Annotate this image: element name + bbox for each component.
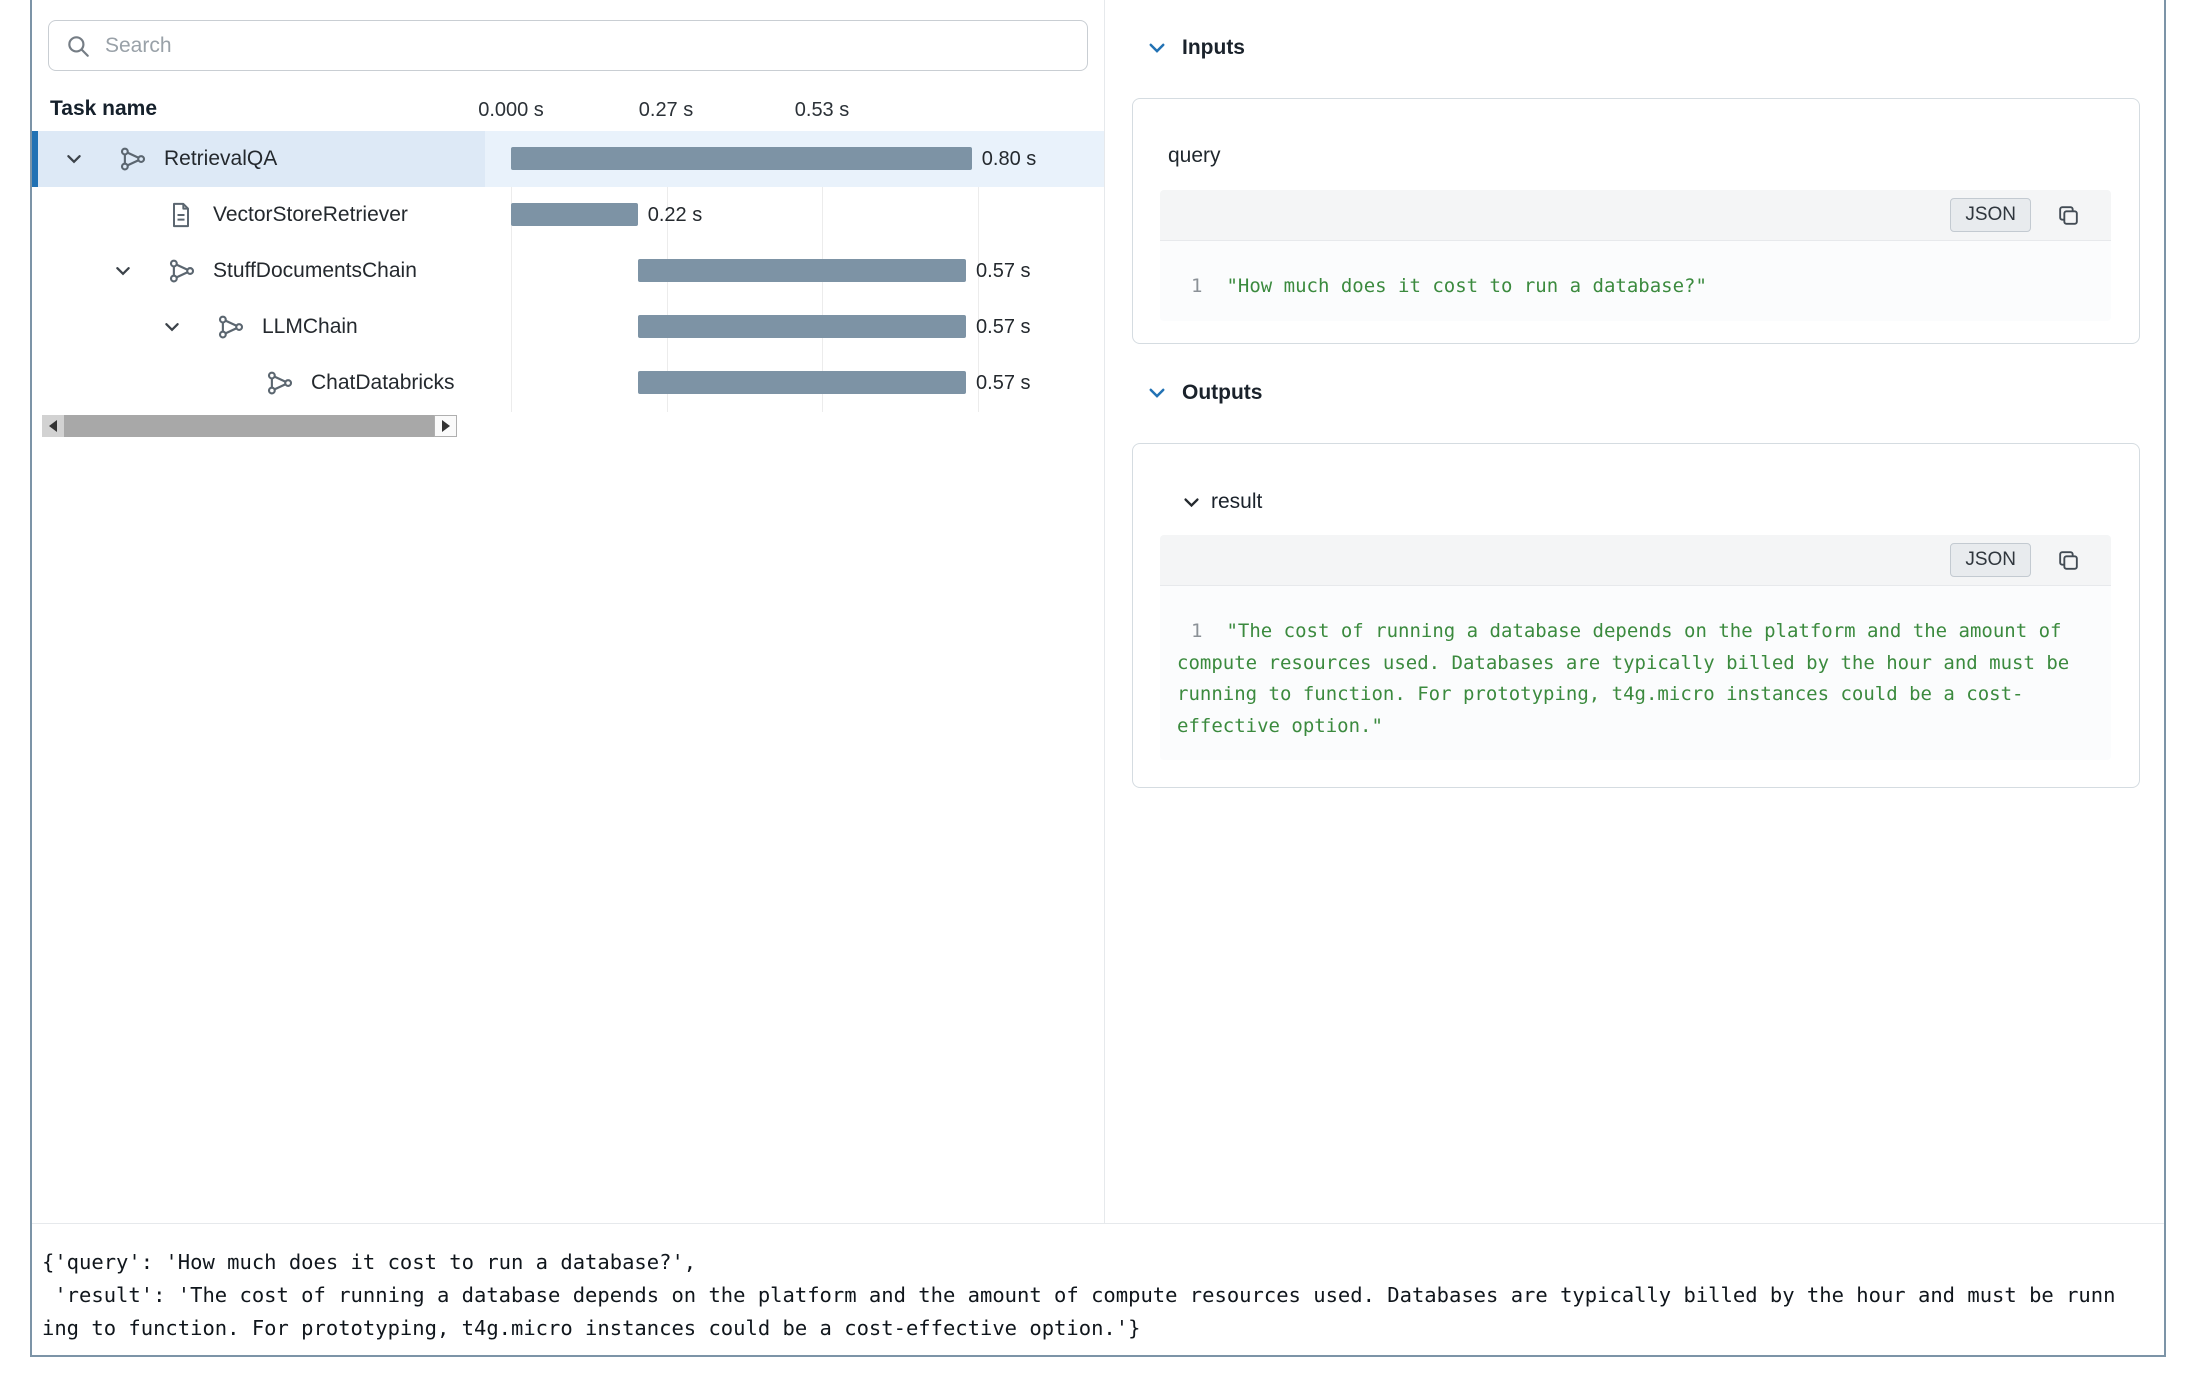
raw-output-text: {'query': 'How much does it cost to run … — [42, 1246, 2162, 1345]
json-toggle-button[interactable]: JSON — [1950, 543, 2031, 577]
container-bottom-border — [30, 1355, 2166, 1357]
result-collapse-header[interactable]: result — [1182, 490, 1262, 514]
duration-label: 0.57 s — [976, 243, 1030, 299]
task-name-header: Task name — [50, 97, 157, 121]
duration-bar — [638, 315, 966, 338]
output-field-name: result — [1211, 490, 1262, 514]
chevron-down-icon — [1147, 38, 1167, 58]
input-code-block: JSON 1 "How much does it cost to run a da… — [1160, 190, 2111, 321]
duration-label: 0.22 s — [648, 187, 702, 243]
chevron-down-icon[interactable] — [48, 150, 100, 168]
task-name-cell[interactable]: RetrievalQA — [32, 131, 485, 187]
section-label: Inputs — [1182, 36, 1245, 60]
json-toggle-button[interactable]: JSON — [1950, 198, 2031, 232]
table-row[interactable]: RetrievalQA 0.80 s — [32, 131, 1104, 187]
task-name: RetrievalQA — [164, 147, 277, 171]
line-number: 1 — [1191, 275, 1202, 297]
task-name-cell[interactable]: LLMChain — [32, 299, 485, 355]
chevron-down-icon — [1147, 383, 1167, 403]
chevron-down-icon[interactable] — [97, 262, 149, 280]
selected-row-accent — [32, 131, 38, 187]
gantt-rows: RetrievalQA 0.80 s VectorStoreRetriever — [32, 131, 1104, 412]
duration-label: 0.57 s — [976, 355, 1030, 411]
duration-bar — [638, 259, 966, 282]
code-block-body: 1"The cost of running a database depends… — [1160, 586, 2111, 760]
search-icon — [65, 33, 91, 59]
scroll-left-button[interactable] — [42, 415, 64, 437]
task-name: LLMChain — [262, 315, 358, 339]
task-name: ChatDatabricks — [311, 371, 455, 395]
duration-bar — [511, 203, 638, 226]
chevron-down-icon[interactable] — [146, 318, 198, 336]
arrow-left-icon — [49, 420, 57, 432]
table-row[interactable]: VectorStoreRetriever 0.22 s — [32, 187, 1104, 243]
duration-chart-cell: 0.22 s — [485, 187, 1104, 243]
time-tick-label: 0.53 s — [795, 99, 849, 122]
chevron-down-icon — [1182, 493, 1201, 512]
table-row[interactable]: StuffDocumentsChain 0.57 s — [32, 243, 1104, 299]
panel-divider-vertical — [1104, 0, 1105, 1223]
chain-icon — [216, 312, 246, 342]
time-tick-label: 0.27 s — [639, 99, 693, 122]
section-label: Outputs — [1182, 381, 1262, 405]
trace-viewer: Task name 0.000 s 0.27 s 0.53 s Retri — [0, 0, 2189, 1377]
horizontal-scrollbar[interactable] — [42, 415, 457, 437]
chain-icon — [167, 256, 197, 286]
duration-chart-cell: 0.80 s — [485, 131, 1104, 187]
scroll-thumb[interactable] — [64, 415, 434, 437]
search-input[interactable] — [103, 33, 1071, 59]
duration-chart-cell: 0.57 s — [485, 299, 1104, 355]
duration-label: 0.57 s — [976, 299, 1030, 355]
task-name-cell[interactable]: ChatDatabricks — [32, 355, 485, 411]
copy-icon[interactable] — [2056, 203, 2081, 228]
outputs-section-header[interactable]: Outputs — [1147, 381, 1262, 405]
search-bar[interactable] — [48, 20, 1088, 71]
output-code-block: JSON 1"The cost of running a database de… — [1160, 535, 2111, 760]
code-block-toolbar: JSON — [1160, 535, 2111, 586]
duration-chart-cell: 0.57 s — [485, 355, 1104, 411]
task-name-cell[interactable]: StuffDocumentsChain — [32, 243, 485, 299]
container-right-border — [2164, 0, 2166, 1357]
code-content: 1"The cost of running a database depends… — [1160, 616, 2111, 742]
code-block-toolbar: JSON — [1160, 190, 2111, 241]
task-name: StuffDocumentsChain — [213, 259, 417, 283]
inputs-section-header[interactable]: Inputs — [1147, 36, 1245, 60]
chain-icon — [265, 368, 295, 398]
arrow-right-icon — [442, 420, 450, 432]
copy-icon[interactable] — [2056, 548, 2081, 573]
outputs-card: result JSON 1"The cost of running a data… — [1132, 443, 2140, 788]
code-string: "The cost of running a database depends … — [1177, 620, 2069, 737]
duration-chart-cell: 0.57 s — [485, 243, 1104, 299]
task-name: VectorStoreRetriever — [213, 203, 408, 227]
duration-bar — [638, 371, 966, 394]
code-content: 1 "How much does it cost to run a databas… — [1160, 271, 2111, 303]
input-field-name: query — [1168, 144, 1221, 168]
task-name-cell[interactable]: VectorStoreRetriever — [32, 187, 485, 243]
inputs-card: query JSON 1 "How much does it cost to ru… — [1132, 98, 2140, 344]
table-row[interactable]: ChatDatabricks 0.57 s — [32, 355, 1104, 411]
table-row[interactable]: LLMChain 0.57 s — [32, 299, 1104, 355]
duration-label: 0.80 s — [982, 131, 1036, 187]
time-tick-label: 0.000 s — [478, 99, 544, 122]
chain-icon — [118, 144, 148, 174]
code-string: "How much does it cost to run a database… — [1226, 275, 1706, 297]
line-number: 1 — [1191, 620, 1202, 642]
panel-divider-horizontal — [32, 1223, 2164, 1224]
document-icon — [167, 201, 197, 229]
duration-bar — [511, 147, 972, 170]
scroll-right-button[interactable] — [434, 415, 457, 437]
code-block-body: 1 "How much does it cost to run a databas… — [1160, 241, 2111, 321]
